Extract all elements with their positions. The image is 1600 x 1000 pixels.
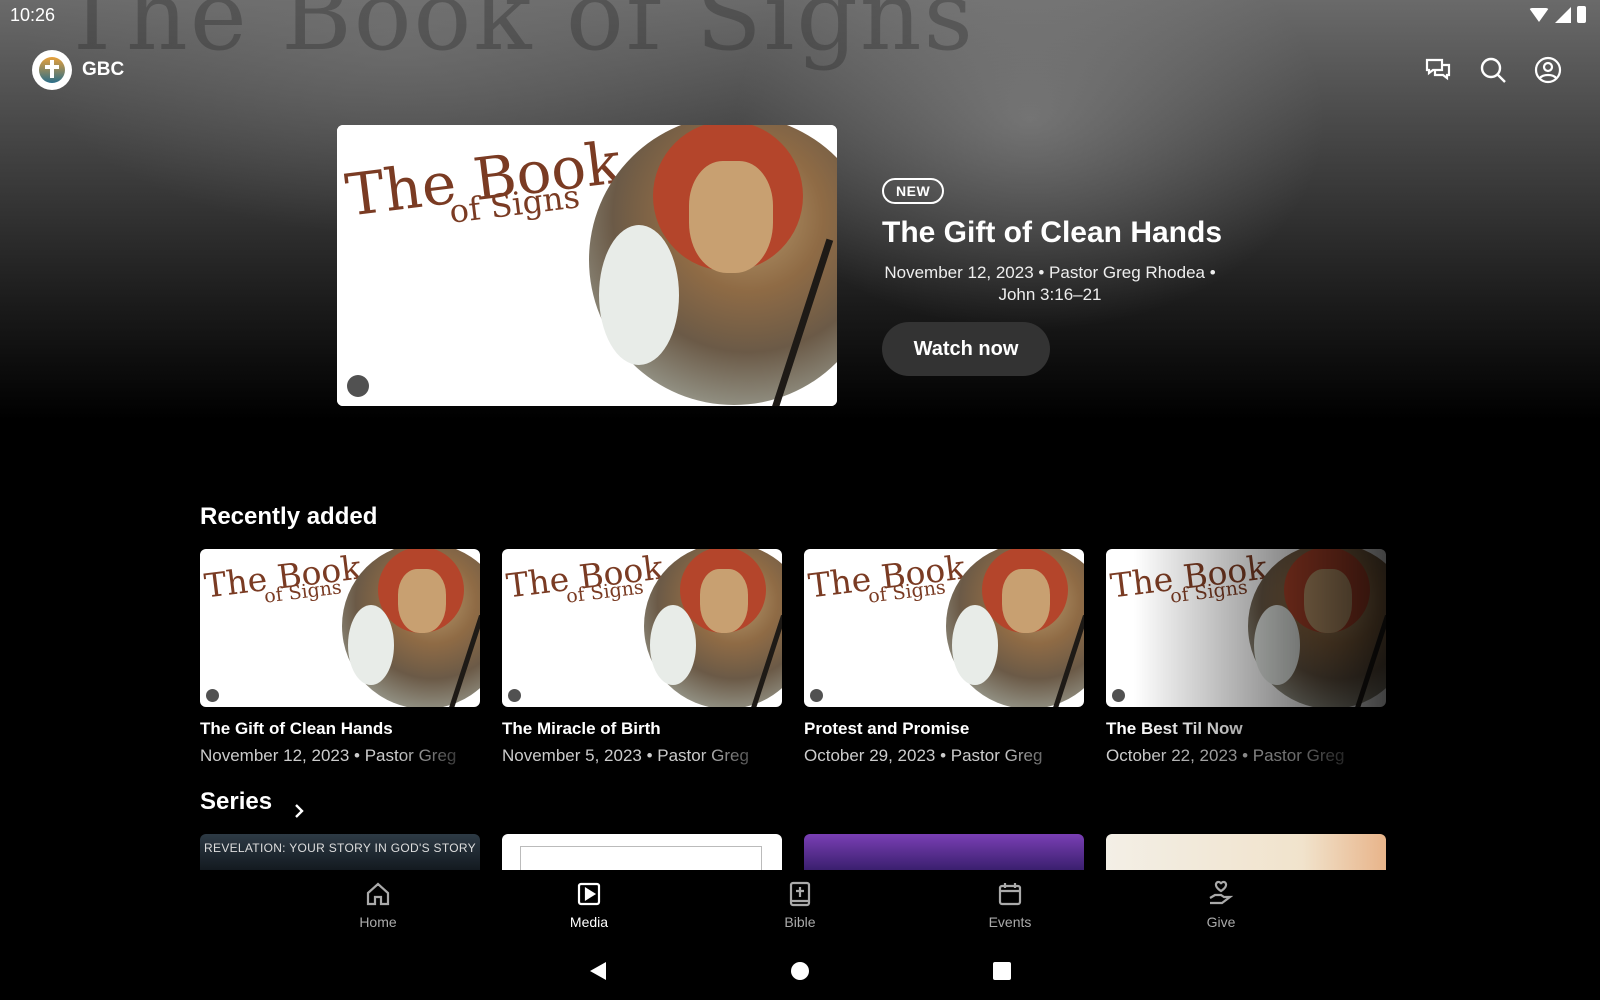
cross-logo-icon — [39, 57, 65, 83]
recent-card-meta: October 22, 2023 • Pastor Greg — [1106, 746, 1345, 765]
signal-icon — [1555, 6, 1571, 23]
book-of-signs-artwork: The Book of Signs — [337, 125, 837, 406]
watch-now-button[interactable]: Watch now — [882, 322, 1050, 376]
artwork-face — [689, 161, 773, 273]
chevron-right-icon[interactable] — [292, 804, 306, 818]
home-button-icon[interactable] — [789, 960, 811, 982]
recent-card-title: The Gift of Clean Hands — [200, 719, 393, 738]
nav-item-media[interactable]: Media — [539, 880, 639, 930]
recent-card-thumbnail[interactable]: The Book of Signs — [1106, 549, 1386, 707]
nav-label: Media — [569, 914, 609, 930]
give-icon — [1209, 880, 1234, 905]
church-watermark-icon — [1112, 689, 1125, 702]
recent-card-thumbnail[interactable]: The Book of Signs — [502, 549, 782, 707]
recent-card-title: Protest and Promise — [804, 719, 970, 738]
thumb-lamb — [952, 605, 998, 685]
nav-label: Bible — [784, 914, 816, 930]
status-bar: 10:26 — [0, 0, 1600, 30]
series-card[interactable] — [502, 834, 782, 870]
artwork-lamb — [599, 225, 679, 365]
thumb-lamb — [650, 605, 696, 685]
system-navigation-bar — [0, 940, 1600, 1000]
recently-added-heading: Recently added — [200, 503, 378, 530]
battery-icon — [1577, 6, 1586, 23]
series-list: REVELATION: YOUR STORY IN GOD'S STORY — [200, 834, 1386, 870]
recent-card[interactable]: The Book of Signs The Best Til Now Octob… — [1106, 549, 1386, 766]
series-card[interactable] — [804, 834, 1084, 870]
thumb-face — [398, 569, 446, 633]
church-watermark-icon — [810, 689, 823, 702]
recent-card-thumbnail[interactable]: The Book of Signs — [804, 549, 1084, 707]
top-app-bar: GBC — [0, 48, 1600, 94]
recent-card[interactable]: The Book of Signs Protest and Promise Oc… — [804, 549, 1084, 766]
nav-item-bible[interactable]: Bible — [750, 880, 850, 930]
recent-card-meta: November 5, 2023 • Pastor Greg — [502, 746, 749, 765]
church-logo[interactable] — [32, 50, 72, 90]
app-title: GBC — [82, 59, 125, 80]
account-icon[interactable] — [1534, 56, 1562, 84]
featured-meta-line1: November 12, 2023 • Pastor Greg Rhodea • — [884, 263, 1216, 282]
featured-sermon-thumbnail[interactable]: The Book of Signs — [337, 125, 837, 406]
chat-icon[interactable] — [1424, 56, 1452, 84]
calendar-icon — [998, 883, 1022, 906]
bottom-navigation: Home Media Bible Events Give — [0, 870, 1600, 934]
search-icon[interactable] — [1479, 56, 1507, 84]
nav-item-give[interactable]: Give — [1171, 880, 1271, 930]
recently-added-list: The Book of Signs The Gift of Clean Hand… — [200, 549, 1386, 766]
home-icon — [366, 882, 390, 906]
featured-meta-line2: John 3:16–21 — [998, 285, 1102, 304]
nav-item-events[interactable]: Events — [960, 880, 1060, 930]
nav-label: Give — [1206, 914, 1236, 930]
thumb-face — [700, 569, 748, 633]
recent-card-title: The Best Til Now — [1106, 719, 1243, 738]
series-card[interactable] — [1106, 834, 1386, 870]
featured-meta: November 12, 2023 • Pastor Greg Rhodea •… — [882, 262, 1218, 306]
play-icon — [577, 882, 601, 906]
thumb-face — [1304, 569, 1352, 633]
church-watermark-icon — [347, 375, 369, 397]
recent-card[interactable]: The Book of Signs The Gift of Clean Hand… — [200, 549, 480, 766]
recent-card[interactable]: The Book of Signs The Miracle of Birth N… — [502, 549, 782, 766]
recent-card-meta: October 29, 2023 • Pastor Greg — [804, 746, 1043, 765]
nav-label: Events — [988, 914, 1032, 930]
thumb-face — [1002, 569, 1050, 633]
wifi-icon — [1529, 7, 1549, 22]
series-heading[interactable]: Series — [200, 788, 272, 816]
nav-item-home[interactable]: Home — [328, 880, 428, 930]
recents-icon[interactable] — [991, 960, 1013, 982]
series-card-label: REVELATION: YOUR STORY IN GOD'S STORY — [204, 841, 476, 855]
nav-label: Home — [359, 914, 397, 930]
church-watermark-icon — [508, 689, 521, 702]
series-card[interactable]: REVELATION: YOUR STORY IN GOD'S STORY — [200, 834, 480, 870]
recent-card-title: The Miracle of Birth — [502, 719, 661, 738]
recent-card-meta: November 12, 2023 • Pastor Greg — [200, 746, 457, 765]
thumb-lamb — [1254, 605, 1300, 685]
status-icons — [1529, 6, 1586, 23]
featured-title: The Gift of Clean Hands — [882, 216, 1223, 249]
back-icon[interactable] — [587, 960, 609, 982]
thumb-lamb — [348, 605, 394, 685]
new-badge: NEW — [882, 178, 945, 204]
recent-card-thumbnail[interactable]: The Book of Signs — [200, 549, 480, 707]
church-watermark-icon — [206, 689, 219, 702]
bible-icon — [789, 881, 811, 907]
featured-info: NEW The Gift of Clean Hands November 12,… — [882, 178, 1242, 376]
status-time: 10:26 — [10, 5, 56, 25]
